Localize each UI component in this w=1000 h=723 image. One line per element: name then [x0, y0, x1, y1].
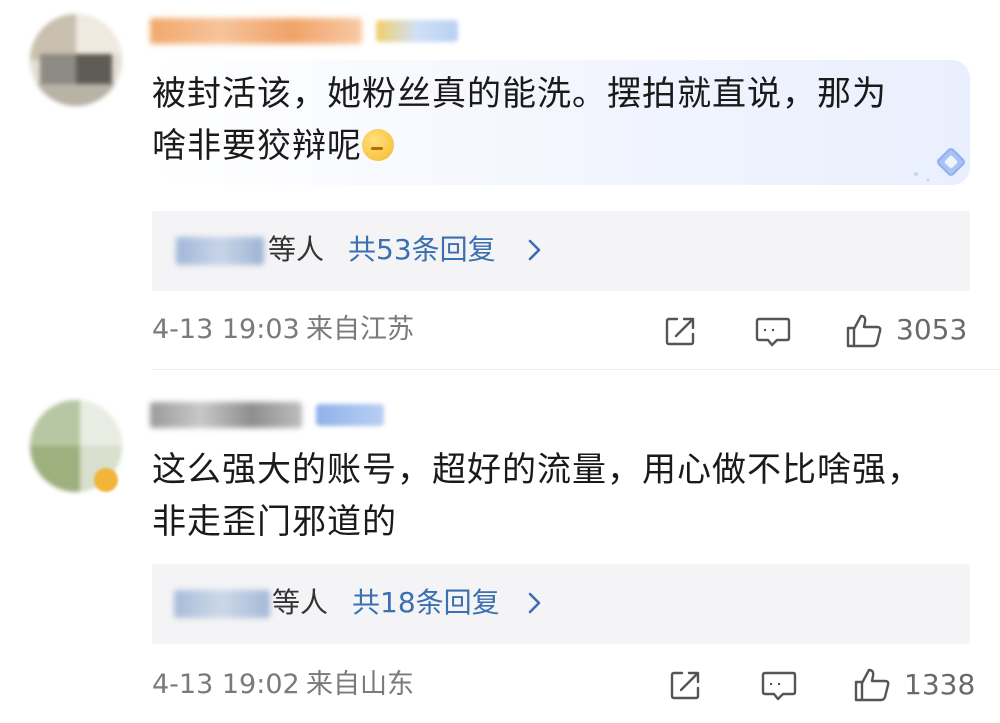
chevron-right-icon[interactable] [522, 235, 548, 265]
comment-text-line-1: 这么强大的账号，超好的流量，用心做不比啥强， [152, 450, 922, 490]
shushing-face-emoji-icon [362, 129, 394, 161]
comment-date: 4-13 19:02 [152, 669, 300, 700]
comment-text-line-1: 被封活该，她粉丝真的能洗。摆拍就直说，那为 [152, 74, 887, 114]
replier-name-blurred[interactable] [176, 237, 264, 265]
comment-icon[interactable] [754, 314, 792, 350]
comment-text-line-2: 啥非要狡辩呢 [152, 120, 394, 172]
comment-date: 4-13 19:03 [152, 314, 300, 345]
thumbs-up-icon[interactable] [852, 666, 892, 704]
diamond-decoration-icon [914, 148, 965, 182]
reply-summary-box[interactable]: 等人 共53条回复 [152, 211, 970, 291]
view-replies-link[interactable]: 共18条回复 [352, 580, 500, 626]
comment-item: 被封活该，她粉丝真的能洗。摆拍就直说，那为 啥非要狡辩呢 等人 共53条回复 4… [0, 0, 1000, 370]
chevron-right-icon[interactable] [522, 588, 548, 618]
vip-badge-icon [94, 468, 118, 492]
avatar[interactable] [30, 14, 122, 106]
reply-others-label: 等人 [268, 233, 325, 266]
user-badge [376, 20, 458, 42]
reply-others-label: 等人 [272, 586, 329, 619]
username-blurred[interactable] [150, 18, 362, 44]
thumbs-up-icon[interactable] [844, 312, 884, 350]
reply-summary-box[interactable]: 等人 共18条回复 [152, 564, 970, 644]
view-replies-link[interactable]: 共53条回复 [348, 227, 496, 273]
comment-location: 来自山东 [306, 669, 414, 700]
comment-icon[interactable] [760, 668, 798, 704]
share-icon[interactable] [663, 314, 699, 348]
comment-item: 这么强大的账号，超好的流量，用心做不比啥强， 非走歪门邪道的 等人 共18条回复… [0, 370, 1000, 723]
user-badge [316, 404, 384, 426]
comment-text-line-2-content: 啥非要狡辩呢 [152, 126, 362, 166]
like-count: 3053 [896, 313, 968, 346]
replier-name-blurred[interactable] [174, 590, 270, 618]
comment-text-line-2: 非走歪门邪道的 [152, 502, 397, 542]
username-blurred[interactable] [150, 402, 302, 428]
share-icon[interactable] [668, 668, 704, 702]
like-count: 1338 [904, 668, 976, 701]
comment-location: 来自江苏 [306, 314, 414, 345]
